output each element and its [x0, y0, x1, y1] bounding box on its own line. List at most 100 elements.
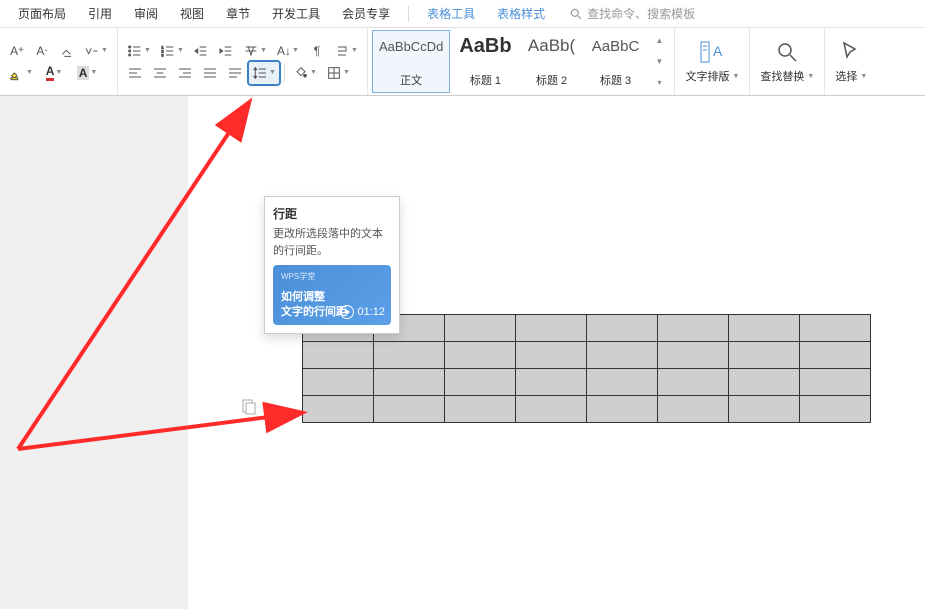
asian-layout-button[interactable]: ▼ [240, 40, 270, 62]
outdent-icon [193, 43, 209, 59]
asian-icon [243, 43, 259, 59]
video-duration: 01:12 [340, 305, 385, 319]
shading-button[interactable]: ▼ [290, 62, 320, 84]
align-right-button[interactable] [174, 62, 196, 84]
font-color-button[interactable]: A ▼ [39, 62, 69, 84]
text-layout-icon: A [698, 39, 726, 65]
menu-table-styles[interactable]: 表格样式 [489, 1, 553, 26]
character-shading-button[interactable]: A ▼ [72, 62, 102, 84]
chevron-down-icon: ▼ [269, 69, 276, 76]
bullets-button[interactable]: ▼ [124, 40, 154, 62]
styles-expand[interactable]: ▾ [654, 77, 666, 88]
bullets-icon [127, 43, 143, 59]
tooltip-title: 行距 [273, 205, 391, 222]
align-left-icon [127, 65, 143, 81]
shrink-font-button[interactable]: A- [31, 40, 53, 62]
tooltip-video-card[interactable]: WPS学堂 如何调整 文字的行间距 01:12 [273, 265, 391, 325]
styles-gallery: AaBbCcDd 正文 AaBb 标题 1 AaBb( 标题 2 AaBbC 标… [368, 28, 675, 95]
style-heading2[interactable]: AaBb( 标题 2 [521, 30, 583, 93]
menu-member[interactable]: 会员专享 [334, 1, 398, 26]
chevron-down-icon: ▼ [860, 73, 867, 80]
toolbar: A+ A- ▼ ▼ A ▼ A ▼ [0, 28, 925, 96]
style-heading1[interactable]: AaBb 标题 1 [452, 30, 518, 93]
menu-table-tools[interactable]: 表格工具 [419, 1, 483, 26]
paste-options-button[interactable] [240, 398, 258, 416]
align-justify-button[interactable] [199, 62, 221, 84]
decrease-indent-button[interactable] [190, 40, 212, 62]
align-center-icon [152, 65, 168, 81]
find-replace-label: 查找替换▼ [760, 68, 814, 84]
menu-devtools[interactable]: 开发工具 [264, 1, 328, 26]
numbering-button[interactable]: 123 ▼ [157, 40, 187, 62]
menu-page-layout[interactable]: 页面布局 [10, 1, 74, 26]
text-layout-label: 文字排版▼ [685, 68, 739, 84]
break-icon [334, 43, 350, 59]
floating-toolbar: ▼ [240, 398, 268, 416]
paragraph-tools-group: ▼ 123 ▼ ▼ A↓▼ ¶ ▼ [118, 28, 368, 95]
show-marks-button[interactable]: ¶ [306, 40, 328, 62]
chevron-down-icon: ▼ [343, 69, 350, 76]
style-preview: AaBbC [592, 35, 640, 57]
chevron-down-icon[interactable]: ▼ [261, 404, 268, 411]
separator [284, 64, 285, 82]
align-distribute-button[interactable] [224, 62, 246, 84]
bucket-icon [293, 65, 309, 81]
tooltip-description: 更改所选段落中的文本的行间距。 [273, 226, 391, 259]
align-center-button[interactable] [149, 62, 171, 84]
clear-format-button[interactable] [56, 40, 78, 62]
align-distribute-icon [227, 65, 243, 81]
font-tools-group: A+ A- ▼ ▼ A ▼ A ▼ [0, 28, 118, 95]
chevron-down-icon: ▼ [807, 73, 814, 80]
menubar: 页面布局 引用 审阅 视图 章节 开发工具 会员专享 表格工具 表格样式 查找命… [0, 0, 925, 28]
chevron-down-icon: ▼ [351, 47, 358, 54]
line-spacing-button[interactable]: ▼ [249, 62, 279, 84]
play-icon [340, 305, 354, 319]
table-row[interactable] [303, 369, 871, 396]
align-justify-icon [202, 65, 218, 81]
video-tag: WPS学堂 [281, 271, 383, 282]
command-search[interactable]: 查找命令、搜索模板 [569, 5, 695, 22]
style-heading3[interactable]: AaBbC 标题 3 [585, 30, 647, 93]
sort-button[interactable]: A↓▼ [273, 40, 303, 62]
menu-references[interactable]: 引用 [80, 1, 120, 26]
find-replace-button[interactable]: 查找替换▼ [750, 28, 825, 95]
document-area: 行距 更改所选段落中的文本的行间距。 WPS学堂 如何调整 文字的行间距 01:… [0, 96, 925, 609]
change-case-button[interactable]: ▼ [81, 40, 111, 62]
svg-text:A: A [713, 43, 723, 59]
styles-scroll-down[interactable]: ▼ [652, 56, 668, 67]
search-icon [569, 7, 583, 21]
align-left-button[interactable] [124, 62, 146, 84]
highlight-button[interactable]: ▼ [6, 62, 36, 84]
svg-text:3: 3 [161, 52, 164, 57]
menu-review[interactable]: 审阅 [126, 1, 166, 26]
style-label: 标题 2 [536, 72, 567, 88]
line-break-button[interactable]: ▼ [331, 40, 361, 62]
case-icon [84, 43, 100, 59]
chevron-down-icon: ▼ [260, 47, 267, 54]
text-layout-button[interactable]: A 文字排版▼ [675, 28, 750, 95]
styles-scrollers: ▲ ▼ ▾ [649, 30, 671, 93]
numbering-icon: 123 [160, 43, 176, 59]
borders-button[interactable]: ▼ [323, 62, 353, 84]
table-row[interactable] [303, 342, 871, 369]
style-preview: AaBb( [528, 35, 575, 57]
table-row[interactable] [303, 396, 871, 423]
menu-separator [408, 6, 409, 22]
chevron-down-icon: ▼ [177, 47, 184, 54]
select-button[interactable]: 选择▼ [825, 28, 877, 95]
video-title-line1: 如何调整 [281, 290, 383, 304]
styles-scroll-up[interactable]: ▲ [652, 35, 668, 46]
chevron-down-icon: ▼ [26, 69, 33, 76]
eraser-icon [59, 43, 75, 59]
menu-view[interactable]: 视图 [172, 1, 212, 26]
find-replace-icon [773, 39, 801, 65]
line-spacing-tooltip: 行距 更改所选段落中的文本的行间距。 WPS学堂 如何调整 文字的行间距 01:… [264, 196, 400, 334]
style-body[interactable]: AaBbCcDd 正文 [372, 30, 450, 93]
chevron-down-icon: ▼ [101, 47, 108, 54]
menu-sections[interactable]: 章节 [218, 1, 258, 26]
increase-indent-button[interactable] [215, 40, 237, 62]
borders-icon [326, 65, 342, 81]
grow-font-button[interactable]: A+ [6, 40, 28, 62]
chevron-down-icon: ▼ [310, 69, 317, 76]
indent-icon [218, 43, 234, 59]
